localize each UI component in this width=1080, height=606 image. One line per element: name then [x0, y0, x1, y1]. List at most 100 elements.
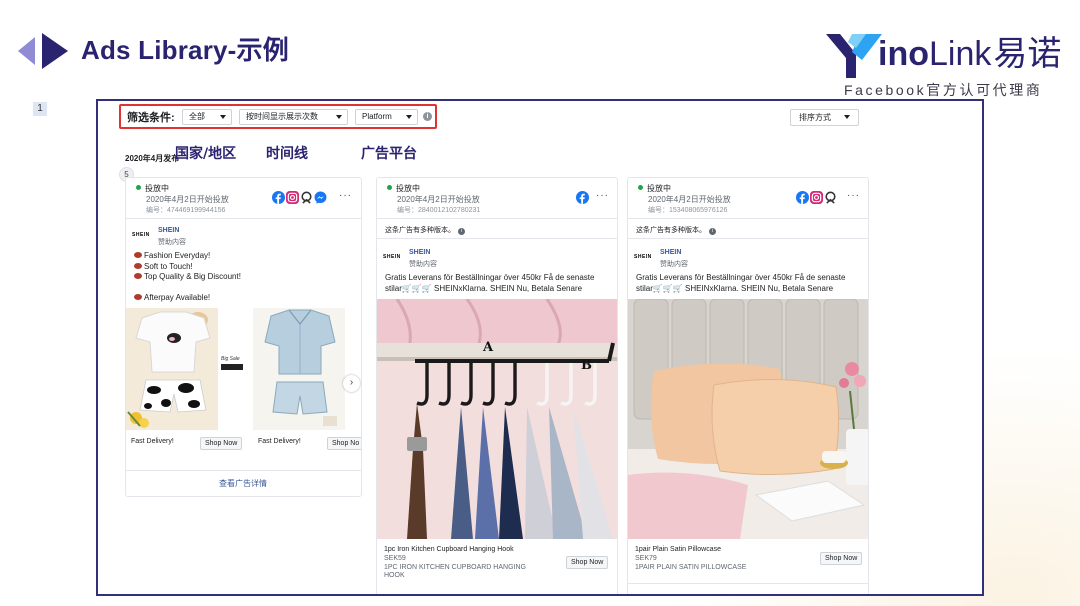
platform-dropdown-value: Platform: [362, 112, 392, 121]
ad-copy: Gratis Leverans för Beställningar över 4…: [636, 273, 846, 293]
ad-line: Soft to Touch!: [134, 262, 355, 273]
logo-link: Link: [928, 35, 992, 73]
sticker-text: Big Sale: [221, 356, 240, 362]
versions-text: 这条广告有多种版本。: [385, 227, 455, 234]
ad-card: 投放中 2020年4月2日开始投放 编号：2840012102780231 ··…: [376, 177, 618, 594]
shop-now-button[interactable]: Shop Now: [566, 556, 609, 569]
ad-id: 编号：2840012102780231: [397, 207, 481, 214]
product-title: 1pair Plain Satin Pillowcase: [635, 546, 721, 553]
country-dropdown[interactable]: 全部: [182, 109, 232, 125]
shein-logo: SHEIN: [383, 254, 401, 260]
facebook-icon: [796, 191, 809, 204]
status-dot: [387, 185, 392, 190]
info-icon[interactable]: i: [458, 228, 465, 235]
carousel-title: Fast Delivery!: [131, 438, 174, 445]
slide-title: Ads Library-示例: [81, 35, 289, 65]
info-icon[interactable]: i: [709, 228, 716, 235]
ad-image-kitchen-hook[interactable]: A B: [377, 299, 618, 539]
sort-dropdown[interactable]: 排序方式: [790, 109, 859, 126]
ad-line-text: Fashion Everyday!: [144, 251, 211, 260]
product-title: 1pc Iron Kitchen Cupboard Hanging Hook: [384, 546, 514, 553]
bullet-icon: [134, 262, 142, 269]
ad-id: 编号：153408065976126: [648, 207, 728, 214]
sponsored-label: 赞助内容: [660, 261, 688, 268]
product-price: SEK79: [635, 555, 657, 562]
annotation-timeline: 时间线: [266, 146, 308, 162]
shop-now-button[interactable]: Shop No: [327, 437, 361, 450]
ads-library-screenshot: 筛选条件: 全部 按时间显示展示次数 Platform i 排序方式 2020年…: [96, 99, 984, 596]
product-price: SEK59: [384, 555, 406, 562]
audience-network-icon: [825, 191, 836, 204]
ad-line: Fashion Everyday!: [134, 251, 355, 262]
big-sale-sticker: Big Sale: [221, 356, 247, 376]
more-options-icon[interactable]: ···: [847, 190, 860, 201]
divider: [377, 218, 617, 219]
divider: [377, 238, 617, 239]
timeline-dropdown-value: 按时间显示展示次数: [246, 112, 318, 121]
yinolink-y-mark-icon: [826, 34, 882, 78]
info-icon[interactable]: i: [423, 112, 432, 121]
bullet-icon: [134, 293, 142, 300]
filter-label: 筛选条件:: [127, 112, 175, 124]
chevron-down-icon: [844, 115, 850, 119]
multiple-versions-note: 这条广告有多种版本。 i: [385, 225, 465, 235]
more-options-icon[interactable]: ···: [339, 190, 352, 201]
advertiser-name[interactable]: SHEIN: [158, 227, 179, 234]
more-options-icon[interactable]: ···: [596, 190, 609, 201]
chevron-down-icon: [406, 115, 412, 119]
versions-text: 这条广告有多种版本。: [636, 227, 706, 234]
ad-copy: Gratis Leverans för Beställningar över 4…: [385, 273, 595, 293]
carousel-next-button[interactable]: ›: [343, 375, 360, 392]
platform-dropdown[interactable]: Platform: [355, 109, 418, 125]
ad-card: 投放中 2020年4月2日开始投放 编号：474469199944156 ···…: [125, 177, 362, 497]
carousel-image-pajamas-satin[interactable]: [253, 308, 345, 430]
logo-chinese-name: 易诺: [993, 35, 1062, 73]
annotation-platform: 广告平台: [361, 146, 417, 162]
published-date: 2020年4月发布: [125, 154, 180, 163]
status-active: 投放中: [387, 183, 420, 194]
shein-logo: SHEIN: [132, 232, 150, 238]
title-arrows-icon: [18, 33, 68, 69]
sort-dropdown-value: 排序方式: [799, 113, 831, 122]
advertiser-name[interactable]: SHEIN: [409, 249, 430, 256]
view-ad-details-link[interactable]: 查看广告详情: [219, 478, 267, 489]
ad-image-satin-pillowcase[interactable]: [628, 299, 869, 539]
ad-line-text: Afterpay Available!: [144, 292, 211, 302]
carousel-image-pajamas-cow[interactable]: [126, 308, 218, 430]
image-label-a: A: [482, 340, 494, 355]
ad-line-text: Soft to Touch!: [144, 261, 193, 271]
multiple-versions-note: 这条广告有多种版本。 i: [636, 225, 716, 235]
sponsored-label: 赞助内容: [409, 261, 437, 268]
ad-line-text: Top Quality & Big Discount!: [144, 272, 241, 281]
divider: [628, 238, 868, 239]
status-text: 投放中: [145, 184, 169, 193]
advertiser-name[interactable]: SHEIN: [660, 249, 681, 256]
messenger-icon: [314, 191, 327, 204]
facebook-icon: [576, 191, 589, 204]
bullet-icon: [134, 252, 142, 258]
ad-card: 投放中 2020年4月2日开始投放 编号：153408065976126 ···…: [627, 177, 869, 594]
logo-subtitle: Facebook官方认可代理商: [844, 82, 1043, 98]
instagram-icon: [810, 191, 823, 204]
shop-now-button[interactable]: Shop Now: [820, 552, 863, 565]
chevron-down-icon: [336, 115, 342, 119]
divider: [628, 583, 868, 584]
yinolink-logo: inoLink易诺 Facebook官方认可代理商: [826, 32, 1066, 102]
page-number: 1: [33, 102, 47, 116]
filter-bar: 筛选条件: 全部 按时间显示展示次数 Platform i: [119, 104, 437, 129]
chevron-down-icon: [220, 115, 226, 119]
shop-now-button[interactable]: Shop Now: [200, 437, 243, 450]
instagram-icon: [286, 191, 299, 204]
timeline-dropdown[interactable]: 按时间显示展示次数: [239, 109, 348, 125]
product-description: 1PAIR PLAIN SATIN PILLOWCASE: [635, 564, 747, 571]
status-text: 投放中: [647, 184, 671, 193]
carousel-title: Fast Delivery!: [258, 438, 301, 445]
sponsored-label: 赞助内容: [158, 239, 186, 246]
divider: [628, 218, 868, 219]
divider: [126, 470, 361, 471]
annotation-country: 国家/地区: [175, 146, 237, 162]
audience-network-icon: [301, 191, 312, 204]
bullet-icon: [134, 273, 142, 279]
logo-wordmark: inoLink易诺: [878, 34, 1061, 74]
start-date: 2020年4月2日开始投放: [397, 195, 480, 204]
